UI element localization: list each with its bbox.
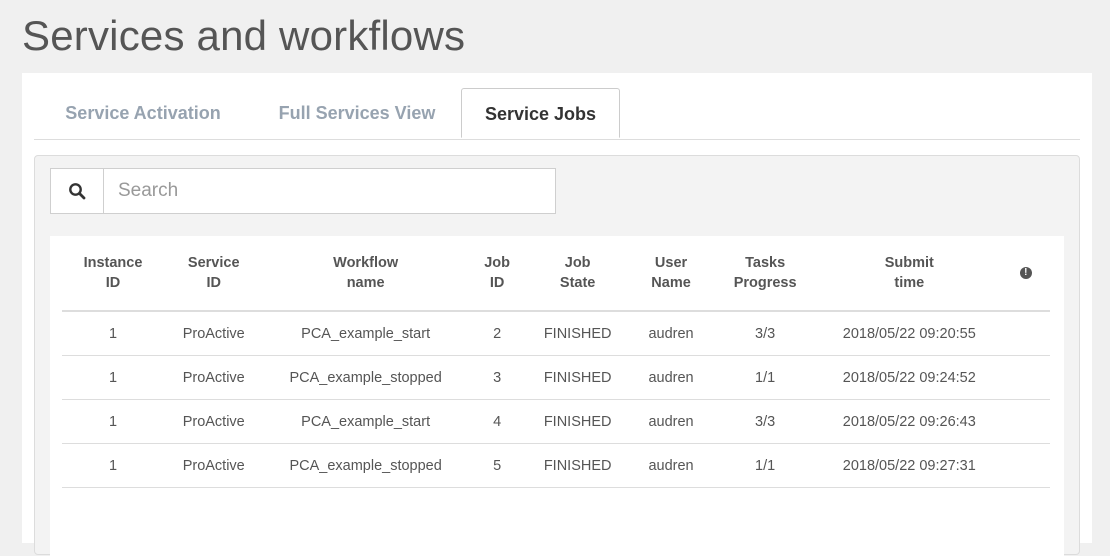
cell-tasks-progress: 3/3	[713, 399, 818, 444]
cell-workflow-name: PCA_example_stopped	[263, 443, 468, 488]
cell-tasks-progress: 3/3	[713, 311, 818, 356]
header-info: !	[1001, 236, 1050, 312]
search-input[interactable]	[104, 169, 554, 213]
cell-user-name: audren	[628, 355, 714, 400]
table-row[interactable]: 1 ProActive PCA_example_stopped 5 FINISH…	[62, 443, 1050, 488]
search-icon	[69, 183, 86, 200]
cell-workflow-name: PCA_example_start	[263, 311, 468, 356]
table-row[interactable]: 1 ProActive PCA_example_start 4 FINISHED…	[62, 399, 1050, 444]
cell-job-state: FINISHED	[526, 311, 629, 356]
header-job-state[interactable]: Job State	[526, 236, 629, 312]
cell-user-name: audren	[628, 399, 714, 444]
header-line: Job	[484, 255, 511, 271]
cell-job-id: 4	[467, 399, 527, 444]
cell-tasks-progress: 1/1	[713, 355, 818, 400]
header-line: State	[559, 275, 596, 291]
header-submit-time[interactable]: Submit time	[817, 236, 1002, 312]
cell-actions	[1001, 355, 1050, 400]
header-tasks-progress[interactable]: Tasks Progress	[713, 236, 818, 312]
cell-job-id: 3	[467, 355, 527, 400]
cell-job-id: 2	[467, 311, 527, 356]
header-line: name	[346, 275, 385, 291]
tab-bar: Service Activation Full Services View Se…	[34, 88, 1080, 140]
main-panel: Service Activation Full Services View Se…	[22, 73, 1092, 556]
header-line: Service	[187, 255, 240, 271]
jobs-table-card: Instance ID Service ID Workflow name Job ID …	[50, 236, 1064, 556]
cell-submit-time: 2018/05/22 09:27:31	[817, 443, 1002, 488]
cell-instance-id: 1	[62, 443, 164, 488]
cell-user-name: audren	[628, 311, 714, 356]
tab-service-activation[interactable]: Service Activation	[34, 88, 252, 138]
header-line: ID	[206, 275, 221, 291]
cell-workflow-name: PCA_example_start	[263, 399, 468, 444]
header-line: time	[894, 275, 925, 291]
header-user-name[interactable]: User Name	[628, 236, 714, 312]
header-line: Name	[651, 275, 691, 291]
cell-tasks-progress: 1/1	[713, 443, 818, 488]
search-addon	[51, 169, 104, 213]
cell-service-id: ProActive	[163, 399, 264, 444]
jobs-table: Instance ID Service ID Workflow name Job ID …	[62, 236, 1050, 488]
cell-service-id: ProActive	[163, 443, 264, 488]
search-group	[50, 168, 556, 214]
header-line: Submit	[884, 255, 934, 271]
page-title: Services and workflows	[22, 12, 466, 59]
cell-instance-id: 1	[62, 355, 164, 400]
header-line: Job	[564, 255, 591, 271]
exclamation-circle-icon[interactable]: !	[1019, 267, 1032, 280]
header-line: User	[654, 255, 688, 271]
header-line: ID	[105, 275, 121, 291]
cell-submit-time: 2018/05/22 09:20:55	[817, 311, 1002, 356]
cell-job-state: FINISHED	[526, 443, 629, 488]
cell-service-id: ProActive	[163, 311, 264, 356]
cell-submit-time: 2018/05/22 09:26:43	[817, 399, 1002, 444]
cell-instance-id: 1	[62, 311, 164, 356]
header-line: ID	[489, 275, 505, 291]
header-line: Tasks	[745, 255, 786, 271]
cell-user-name: audren	[628, 443, 714, 488]
cell-job-state: FINISHED	[526, 355, 629, 400]
cell-submit-time: 2018/05/22 09:24:52	[817, 355, 1002, 400]
tab-service-jobs[interactable]: Service Jobs	[461, 88, 620, 138]
header-line: Workflow	[333, 255, 399, 271]
header-service-id[interactable]: Service ID	[163, 236, 264, 312]
cell-actions	[1001, 443, 1050, 488]
cell-job-id: 5	[467, 443, 527, 488]
cell-workflow-name: PCA_example_stopped	[263, 355, 468, 400]
header-workflow-name[interactable]: Workflow name	[263, 236, 468, 312]
header-line: Instance	[83, 255, 143, 271]
jobs-well: InstanceID ServiceID Workflowname JobID …	[34, 155, 1080, 556]
table-row[interactable]: 1 ProActive PCA_example_stopped 3 FINISH…	[62, 355, 1050, 400]
cell-actions	[1001, 311, 1050, 356]
table-header-row: Instance ID Service ID Workflow name Job ID …	[62, 236, 1050, 312]
cell-instance-id: 1	[62, 399, 164, 444]
header-instance-id[interactable]: Instance ID	[62, 236, 164, 312]
cell-actions	[1001, 399, 1050, 444]
cell-service-id: ProActive	[163, 355, 264, 400]
header-job-id[interactable]: Job ID	[467, 236, 527, 312]
header-line: Progress	[733, 275, 797, 291]
cell-job-state: FINISHED	[526, 399, 629, 444]
tab-full-services-view[interactable]: Full Services View	[268, 88, 446, 138]
table-row[interactable]: 1 ProActive PCA_example_start 2 FINISHED…	[62, 311, 1050, 356]
